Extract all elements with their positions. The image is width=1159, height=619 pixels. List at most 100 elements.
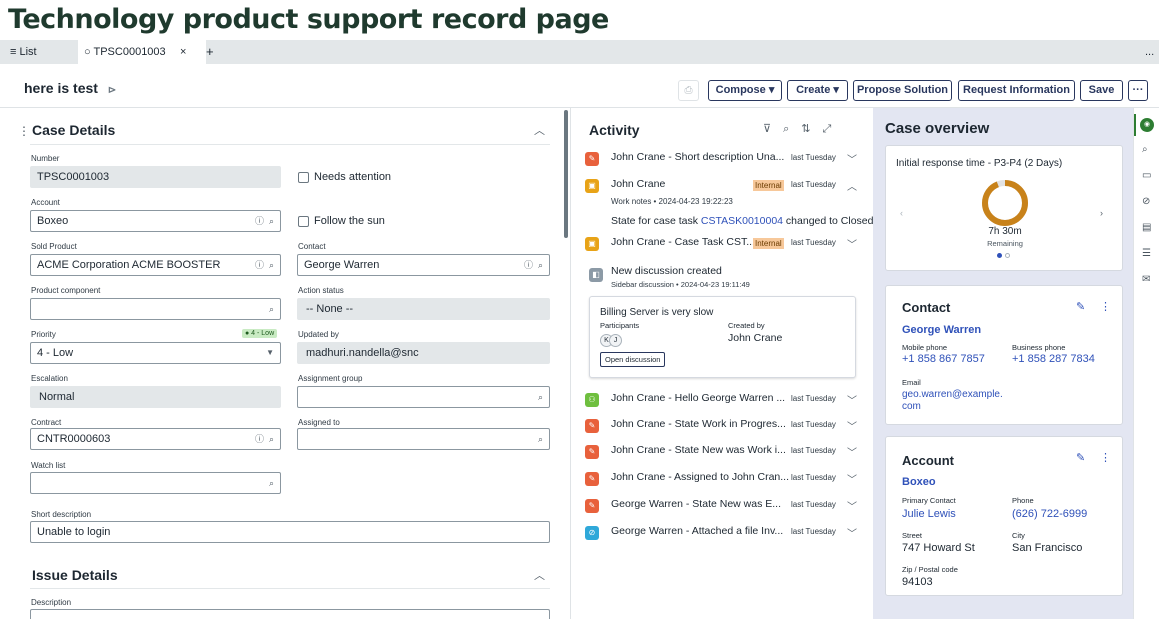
create-button[interactable]: Create ▾ (787, 80, 848, 101)
case-overview-pane: Case overview Initial response time - P3… (873, 108, 1133, 619)
chevron-down-icon[interactable]: ﹀ (847, 525, 857, 540)
watch-list-field[interactable]: ⌕ (30, 472, 281, 494)
search-icon[interactable]: ⌕ (1142, 144, 1148, 155)
account-card-title: Account (902, 453, 954, 468)
contact-field[interactable]: George Warren ⓘ ⌕ (297, 254, 550, 276)
description-field[interactable] (30, 609, 550, 619)
assigned-to-field[interactable]: ⌕ (297, 428, 550, 450)
assignment-group-field[interactable]: ⌕ (297, 386, 550, 408)
save-button[interactable]: Save (1080, 80, 1123, 101)
short-description-field[interactable]: Unable to login (30, 521, 550, 543)
activity-item[interactable]: ⊘ George Warren - Attached a file Inv...… (585, 525, 870, 543)
chevron-down-icon[interactable]: ﹀ (847, 471, 857, 486)
follow-sun-checkbox[interactable] (298, 216, 309, 227)
assignment-group-label: Assignment group (298, 374, 363, 383)
email-icon[interactable]: ✉ (1142, 274, 1150, 285)
close-icon[interactable]: × (180, 40, 186, 64)
more-tabs-icon[interactable]: ... (1145, 40, 1154, 64)
chevron-down-icon[interactable]: ﹀ (847, 498, 857, 513)
business-link[interactable]: +1 858 287 7834 (1012, 353, 1095, 365)
follow-sun-label: Follow the sun (314, 215, 385, 227)
more-icon[interactable]: ⋮ (1100, 451, 1111, 464)
list-tab[interactable]: ≡ List (10, 40, 37, 64)
contract-field[interactable]: CNTR0000603 ⓘ ⌕ (30, 428, 281, 450)
info-search-icon[interactable]: ⓘ ⌕ (524, 255, 543, 275)
tag-icon[interactable]: ⊳ (108, 85, 116, 96)
product-component-field[interactable]: ⌕ (30, 298, 281, 320)
propose-solution-button[interactable]: Propose Solution (853, 80, 952, 101)
search-icon[interactable]: ⌕ (783, 123, 801, 135)
info-search-icon[interactable]: ⓘ ⌕ (255, 429, 274, 449)
more-actions-button[interactable]: ··· (1128, 80, 1148, 101)
form-scrollbar[interactable] (564, 110, 568, 238)
product-component-label: Product component (31, 286, 101, 295)
priority-label: Priority (31, 330, 56, 339)
add-tab-icon[interactable]: + (206, 40, 214, 64)
chevron-up-icon[interactable]: ︿ (534, 567, 545, 583)
edit-icon[interactable]: ✎ (1076, 451, 1085, 464)
chevron-right-icon[interactable]: › (1100, 208, 1103, 218)
lock-icon: ▣ (585, 179, 599, 193)
activity-item-text: John Crane - Short description Una... (611, 151, 785, 163)
filter-icon[interactable]: ⊽ (763, 123, 783, 135)
compose-button[interactable]: Compose ▾ (708, 80, 782, 101)
chevron-up-icon[interactable]: ︿ (847, 178, 857, 193)
more-icon[interactable]: ⋮ (1100, 300, 1111, 313)
activity-item[interactable]: ✎ John Crane - Short description Una... … (585, 151, 870, 169)
chevron-up-icon[interactable]: ︿ (534, 122, 545, 138)
needs-attention-checkbox[interactable] (298, 172, 309, 183)
carousel-dot[interactable] (1005, 253, 1010, 258)
account-field[interactable]: Boxeo ⓘ ⌕ (30, 210, 281, 232)
checklist-icon[interactable]: ☰ (1142, 248, 1151, 259)
activity-item[interactable]: ✎ John Crane - Assigned to John Cran... … (585, 471, 870, 489)
activity-item-expanded[interactable]: ▣ John Crane Internal last Tuesday ︿ (585, 178, 870, 196)
folder-icon[interactable]: ▭ (1142, 170, 1151, 181)
info-search-icon[interactable]: ⓘ ⌕ (255, 255, 274, 275)
activity-item[interactable]: ✎ John Crane - State New was Work i... l… (585, 444, 870, 462)
info-search-icon[interactable]: ⓘ ⌕ (255, 211, 274, 231)
contact-name-link[interactable]: George Warren (902, 324, 981, 336)
search-icon[interactable]: ⌕ (538, 429, 543, 449)
email-link[interactable]: geo.warren@example. com (902, 389, 1003, 413)
phone-link[interactable]: (626) 722-6999 (1012, 508, 1087, 520)
action-status-field[interactable]: -- None -- (297, 298, 550, 320)
chevron-down-icon[interactable]: ﹀ (847, 444, 857, 459)
print-icon[interactable]: ⎙ (678, 80, 699, 101)
tab-record[interactable]: ○ TPSC0001003 × (78, 40, 206, 64)
agent-assist-icon[interactable]: ◉ (1140, 118, 1154, 132)
task-link[interactable]: CSTASK0010004 (701, 215, 783, 227)
sold-product-value: ACME Corporation ACME BOOSTER (37, 259, 221, 271)
edit-icon[interactable]: ✎ (1076, 300, 1085, 313)
activity-item[interactable]: ✎ John Crane - State Work in Progres... … (585, 418, 870, 436)
sort-icon[interactable]: ⇅ (801, 123, 822, 135)
open-discussion-button[interactable]: Open discussion (600, 352, 666, 367)
account-name-link[interactable]: Boxeo (902, 476, 936, 488)
search-icon[interactable]: ⌕ (269, 473, 274, 493)
activity-item[interactable]: ⚇ John Crane - Hello George Warren ... l… (585, 392, 870, 410)
primary-contact-link[interactable]: Julie Lewis (902, 508, 956, 520)
activity-item-date: last Tuesday (791, 420, 836, 429)
contact-value: George Warren (304, 259, 380, 271)
chevron-down-icon[interactable]: ﹀ (847, 392, 857, 407)
carousel-dot-active[interactable] (997, 253, 1002, 258)
document-icon[interactable]: ▤ (1142, 222, 1151, 233)
state-change-text: State for case task CSTASK0010004 change… (611, 215, 874, 227)
chevron-down-icon[interactable]: ﹀ (847, 151, 857, 166)
sold-product-field[interactable]: ACME Corporation ACME BOOSTER ⓘ ⌕ (30, 254, 281, 276)
watch-list-label: Watch list (31, 461, 66, 470)
sold-product-label: Sold Product (31, 242, 77, 251)
search-icon[interactable]: ⌕ (538, 387, 543, 407)
attachment-icon[interactable]: ⊘ (1142, 196, 1150, 207)
expand-icon[interactable]: ⤢ (822, 123, 843, 135)
activity-item[interactable]: ▣ John Crane - Case Task CST... Internal… (585, 236, 870, 254)
chevron-left-icon[interactable]: ‹ (900, 208, 903, 218)
chevron-down-icon[interactable]: ﹀ (847, 418, 857, 433)
search-icon[interactable]: ⌕ (269, 299, 274, 319)
activity-item[interactable]: ✎ George Warren - State New was E... las… (585, 498, 870, 516)
phone-label: Phone (1012, 496, 1034, 505)
priority-select[interactable]: 4 - Low ▼ (30, 342, 281, 364)
request-information-button[interactable]: Request Information (958, 80, 1075, 101)
chevron-down-icon[interactable]: ﹀ (847, 236, 857, 251)
drag-handle-icon[interactable]: ⋮ (18, 124, 30, 138)
mobile-link[interactable]: +1 858 867 7857 (902, 353, 985, 365)
